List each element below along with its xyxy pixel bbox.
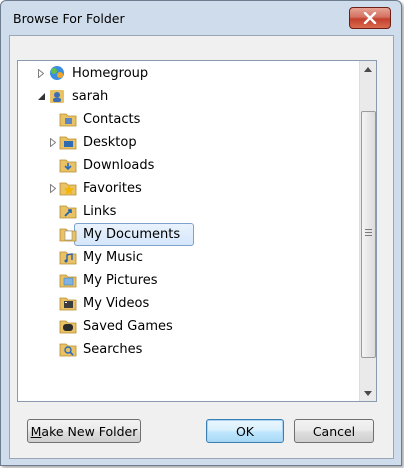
tree-item-label: My Videos [83, 295, 150, 311]
tree-item-label: Downloads [83, 157, 155, 173]
contacts-folder-icon [59, 113, 77, 127]
tree-item[interactable]: Saved Games [59, 315, 173, 337]
tree-item-label: My Documents [83, 226, 181, 242]
tree-item[interactable]: My Documents [59, 223, 180, 245]
window-title: Browse For Folder [13, 11, 125, 26]
scroll-up-button[interactable] [360, 61, 376, 77]
saved-games-folder-icon [59, 320, 77, 334]
make-new-folder-label: ake New Folder [41, 423, 138, 439]
tree-item-label: Saved Games [83, 318, 173, 334]
tree-item-label: My Music [83, 249, 144, 265]
documents-folder-icon [59, 228, 77, 242]
grip-line [365, 235, 372, 236]
videos-folder-icon [59, 297, 77, 311]
tree-item-label: Favorites [83, 180, 142, 196]
tree-item[interactable]: sarah [48, 85, 108, 107]
tree-item[interactable]: Searches [59, 338, 142, 360]
title-bar[interactable]: Browse For Folder [1, 1, 401, 35]
links-folder-icon [59, 205, 77, 219]
close-icon [363, 12, 377, 24]
ok-label: OK [235, 423, 255, 439]
tree-item[interactable]: My Music [59, 246, 143, 268]
expanded-arrow-icon[interactable] [36, 91, 46, 101]
folder-tree-content: Homegroup sarah Contacts Desktop Downloads Fa… [18, 61, 359, 401]
tree-item[interactable]: Links [59, 200, 116, 222]
downloads-folder-icon [59, 159, 77, 173]
collapsed-arrow-icon[interactable] [48, 183, 58, 193]
cancel-label: Cancel [312, 423, 356, 439]
close-button[interactable] [349, 7, 391, 29]
tree-item-label: Homegroup [72, 65, 149, 81]
scroll-down-button[interactable] [360, 385, 376, 401]
user-folder-icon [50, 90, 64, 103]
grip-line [365, 229, 372, 230]
arrow-down-icon [364, 390, 372, 396]
tree-item[interactable]: My Pictures [59, 269, 158, 291]
tree-item-label: Searches [83, 341, 143, 357]
desktop-folder-icon [59, 136, 77, 150]
tree-item[interactable]: Favorites [59, 177, 142, 199]
tree-item[interactable]: My Videos [59, 292, 149, 314]
grip-line [365, 232, 372, 233]
arrow-up-icon [364, 66, 372, 72]
music-folder-icon [59, 251, 77, 265]
tree-item-label: Contacts [83, 111, 141, 127]
scroll-thumb[interactable] [361, 111, 376, 358]
homegroup-icon [50, 66, 64, 80]
tree-item[interactable]: Homegroup [48, 62, 148, 84]
tree-item[interactable]: Downloads [59, 154, 154, 176]
ok-button[interactable]: OK [206, 419, 284, 443]
tree-item-label: Desktop [83, 134, 137, 150]
tree-item-label: Links [83, 203, 117, 219]
favorites-folder-icon [59, 182, 77, 196]
searches-folder-icon [59, 343, 77, 357]
browse-for-folder-dialog: Browse For Folder Homegroup sarah Contacts… [0, 0, 402, 466]
make-new-folder-button[interactable]: Make New Folder [27, 419, 141, 443]
cancel-button[interactable]: Cancel [294, 419, 374, 443]
tree-item-label: sarah [72, 88, 109, 104]
tree-item-label: My Pictures [83, 272, 158, 288]
tree-item[interactable]: Desktop [59, 131, 137, 153]
collapsed-arrow-icon[interactable] [48, 137, 58, 147]
vertical-scrollbar[interactable] [359, 61, 376, 401]
tree-item[interactable]: Contacts [59, 108, 140, 130]
folder-tree[interactable]: Homegroup sarah Contacts Desktop Downloads Fa… [17, 60, 377, 402]
make-new-folder-mnemonic: M [30, 423, 42, 439]
collapsed-arrow-icon[interactable] [36, 68, 46, 78]
pictures-folder-icon [59, 274, 77, 288]
